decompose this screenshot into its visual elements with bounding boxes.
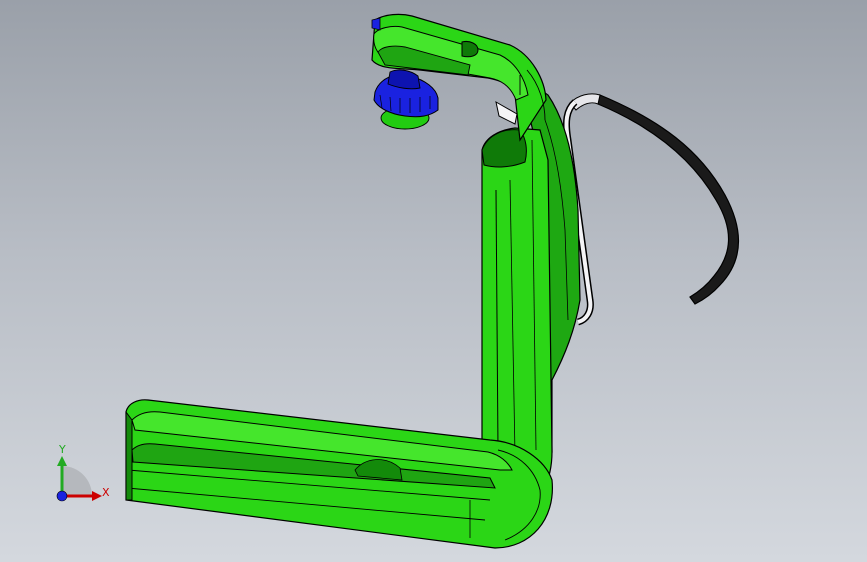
spring-clip[interactable] [569, 93, 739, 305]
graphics-viewport[interactable]: Y X [0, 0, 867, 562]
x-axis-arrowhead [92, 491, 102, 501]
y-axis-arrowhead [57, 456, 67, 466]
3d-model[interactable] [0, 0, 867, 562]
y-axis-label: Y [59, 443, 66, 456]
triad-graphic [56, 456, 102, 502]
z-axis-dot [56, 490, 68, 502]
coordinate-triad: Y X [40, 438, 120, 518]
x-axis-label: X [102, 486, 110, 499]
